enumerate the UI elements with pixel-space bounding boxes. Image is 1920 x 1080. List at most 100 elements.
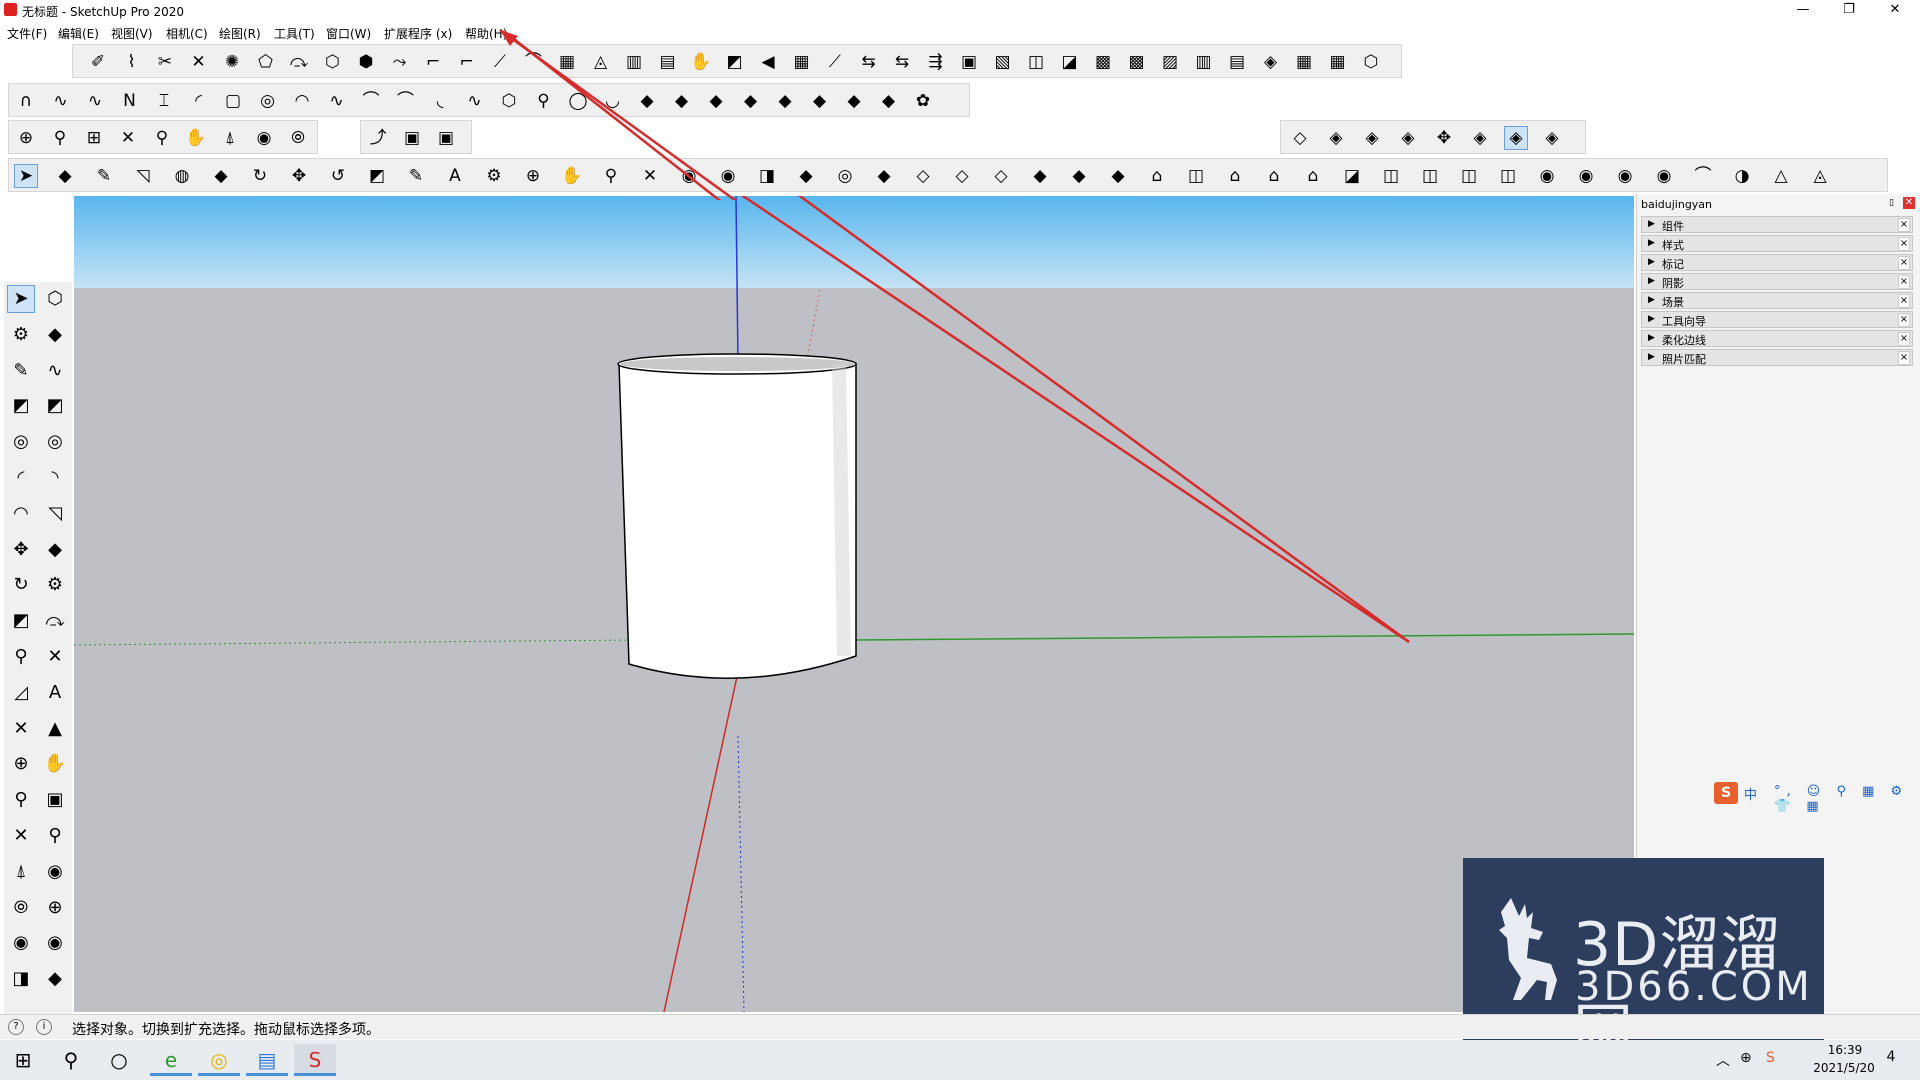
tray-panel-4[interactable]: ▶ 场景 × [1641,292,1913,309]
taskbar-app-file-explorer[interactable]: ▤ [246,1044,288,1076]
tray-panel-label: 工具向导 [1662,315,1706,328]
left-tool-39-icon[interactable]: ◆ [42,966,68,992]
left-tool-16-icon[interactable]: ↻ [8,572,34,598]
left-tool-3-icon[interactable]: ◆ [42,322,68,348]
tray-panel-label: 组件 [1662,220,1684,233]
expand-arrow-icon[interactable]: ▶ [1648,257,1655,267]
left-tool-14-icon[interactable]: ✥ [8,537,34,563]
panel-close-icon[interactable]: × [1898,294,1910,308]
tool-glyph: ✕ [13,717,29,739]
left-tool-13-icon[interactable]: ◹ [42,501,68,527]
tool-glyph: ◩ [12,395,30,417]
left-tool-37-icon[interactable]: ◉ [42,930,68,956]
expand-arrow-icon[interactable]: ▶ [1648,219,1655,229]
sogou-ime-icon[interactable]: S [1714,782,1738,804]
left-tool-0-icon[interactable]: ➤ [7,285,35,313]
green-axis [853,633,1634,641]
instructor-info-icon[interactable]: i [36,1019,52,1035]
red-axis [663,671,739,1012]
left-tool-28-icon[interactable]: ⚲ [8,787,34,813]
left-tool-20-icon[interactable]: ⚲ [8,644,34,670]
left-tool-27-icon[interactable]: ✋ [42,751,68,777]
expand-arrow-icon[interactable]: ▶ [1648,352,1655,362]
left-tool-9-icon[interactable]: ◎ [42,429,68,455]
left-tool-17-icon[interactable]: ⚙ [42,572,68,598]
left-tool-32-icon[interactable]: ⍋ [8,859,34,885]
tool-glyph: ⚲ [14,789,28,811]
left-tool-19-icon[interactable]: ⤼ [42,608,68,634]
pin-icon[interactable]: ▯ [1889,198,1899,208]
geo-location-icon[interactable]: ? [8,1019,24,1035]
left-tool-38-icon[interactable]: ◨ [8,966,34,992]
taskbar-app-browser-360[interactable]: e [150,1044,192,1076]
tray-panel-0[interactable]: ▶ 组件 × [1641,216,1913,233]
show-hidden-icons[interactable]: ︿ [1716,1050,1730,1070]
expand-arrow-icon[interactable]: ▶ [1648,238,1655,248]
scene-drawing [74,196,1634,1012]
left-tool-5-icon[interactable]: ∿ [42,358,68,384]
left-tool-24-icon[interactable]: ✕ [8,716,34,742]
tool-glyph: ◹ [48,502,62,524]
left-tool-7-icon[interactable]: ◩ [42,393,68,419]
expand-arrow-icon[interactable]: ▶ [1648,295,1655,305]
search-button[interactable]: ⚲ [50,1044,92,1076]
left-tool-18-icon[interactable]: ◩ [8,608,34,634]
left-tool-1-icon[interactable]: ⬡ [42,286,68,312]
left-tool-12-icon[interactable]: ◠ [8,501,34,527]
network-icon[interactable]: ⊕ [1740,1050,1752,1066]
ime-tray-icon[interactable]: S [1766,1050,1775,1066]
expand-arrow-icon[interactable]: ▶ [1648,333,1655,343]
tray-panel-6[interactable]: ▶ 柔化边线 × [1641,330,1913,347]
panel-close-icon[interactable]: × [1898,218,1910,232]
tool-glyph: ◜ [17,467,25,488]
panel-close-icon[interactable]: × [1898,332,1910,346]
tray-panel-3[interactable]: ▶ 阴影 × [1641,273,1913,290]
left-tool-26-icon[interactable]: ⊕ [8,751,34,777]
ime-language-toggle[interactable]: 中 [1744,784,1757,803]
tray-panel-2[interactable]: ▶ 标记 × [1641,254,1913,271]
tray-panel-label: 照片匹配 [1662,353,1706,366]
left-tool-23-icon[interactable]: A [42,680,68,706]
left-tool-21-icon[interactable]: ✕ [42,644,68,670]
panel-close-icon[interactable]: × [1898,275,1910,289]
left-tool-2-icon[interactable]: ⚙ [8,322,34,348]
tray-panel-7[interactable]: ▶ 照片匹配 × [1641,349,1913,366]
taskbar-app-chrome[interactable]: ◎ [198,1044,240,1076]
left-tool-30-icon[interactable]: ✕ [8,823,34,849]
left-tool-34-icon[interactable]: ⦾ [8,895,34,921]
clock-date[interactable]: 2021/5/20 [1804,1061,1884,1075]
tray-panel-5[interactable]: ▶ 工具向导 × [1641,311,1913,328]
left-tool-11-icon[interactable]: ◝ [42,465,68,491]
tool-glyph: ⊕ [13,753,29,775]
cortana-button[interactable]: ○ [98,1044,140,1076]
expand-arrow-icon[interactable]: ▶ [1648,276,1655,286]
notification-center-icon[interactable]: 4 [1880,1049,1902,1069]
tray-panel-1[interactable]: ▶ 样式 × [1641,235,1913,252]
panel-close-icon[interactable]: × [1898,237,1910,251]
panel-close-icon[interactable]: × [1898,256,1910,270]
left-tool-22-icon[interactable]: ◿ [8,680,34,706]
left-tool-15-icon[interactable]: ◆ [42,537,68,563]
ime-tool-icons[interactable]: °, ☺ ⚲ ▦ ⚙ 👕 ▦ [1774,784,1920,814]
expand-arrow-icon[interactable]: ▶ [1648,314,1655,324]
left-tool-36-icon[interactable]: ◉ [8,930,34,956]
start-button[interactable]: ⊞ [2,1044,44,1076]
left-tool-35-icon[interactable]: ⊕ [42,895,68,921]
panel-close-icon[interactable]: × [1898,313,1910,327]
taskbar-app-sketchup[interactable]: S [294,1044,336,1076]
tool-glyph: ◩ [12,610,30,632]
tray-close-button[interactable]: ✕ [1903,197,1915,209]
left-tool-33-icon[interactable]: ◉ [42,859,68,885]
left-tool-4-icon[interactable]: ✎ [8,358,34,384]
left-tool-25-icon[interactable]: ▲ [42,716,68,742]
clock-time[interactable]: 16:39 [1815,1043,1875,1057]
left-tool-8-icon[interactable]: ◎ [8,429,34,455]
left-tool-29-icon[interactable]: ▣ [42,787,68,813]
left-toolbar: ➤ ⬡ ⚙ ◆ ✎ ∿ ◩ ◩ ◎ ◎ ◜ ◝ ◠ ◹ ✥ ◆ ↻ ⚙ ◩ ⤼ ⚲ ✕ ◿ A ✕ ▲ ⊕ ✋ ⚲ ▣ ✕ ⚲ ⍋ ◉ ⦾ ⊕ ◉ ◉ ◨ ◆ [4,282,72,1014]
left-tool-6-icon[interactable]: ◩ [8,393,34,419]
tray-panel-label: 标记 [1662,258,1684,271]
modeling-viewport[interactable] [74,196,1634,1012]
panel-close-icon[interactable]: × [1898,351,1910,365]
left-tool-31-icon[interactable]: ⚲ [42,823,68,849]
left-tool-10-icon[interactable]: ◜ [8,465,34,491]
